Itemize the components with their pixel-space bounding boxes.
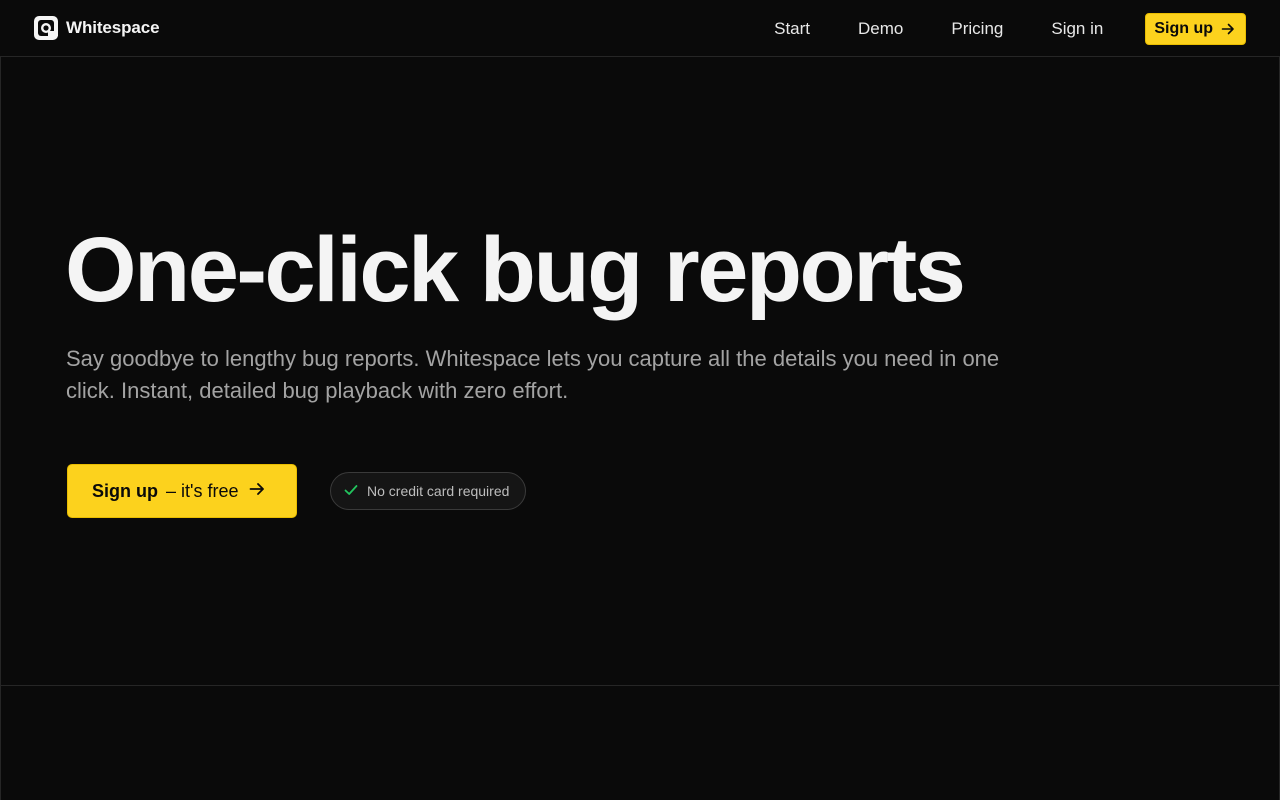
- nav-link-demo[interactable]: Demo: [858, 19, 903, 39]
- nav-sign-up-label: Sign up: [1154, 19, 1213, 37]
- main-nav: Start Demo Pricing Sign in Sign up: [774, 0, 1246, 57]
- whitespace-logo-icon: [34, 16, 58, 40]
- no-credit-card-badge: No credit card required: [330, 472, 527, 510]
- checkmark-icon: [343, 482, 359, 501]
- nav-sign-up-button[interactable]: Sign up: [1145, 12, 1246, 45]
- hero-subtext: Say goodbye to lengthy bug reports. Whit…: [66, 346, 1000, 403]
- nav-link-sign-in[interactable]: Sign in: [1051, 19, 1103, 39]
- cta-free-label: – it's free: [166, 480, 239, 501]
- badge-text: No credit card required: [367, 483, 510, 499]
- brand-name: Whitespace: [66, 18, 160, 37]
- nav-link-start[interactable]: Start: [774, 19, 810, 39]
- arrow-right-icon: [1221, 22, 1235, 36]
- arrow-right-icon: [248, 480, 266, 503]
- hero-sign-up-button[interactable]: Sign up – it's free: [67, 464, 297, 518]
- nav-link-pricing[interactable]: Pricing: [951, 19, 1003, 39]
- cta-sign-up-label: Sign up: [92, 480, 158, 501]
- brand-logo-link[interactable]: Whitespace: [34, 16, 160, 40]
- hero-section: One-click bug reports Say goodbye to len…: [0, 57, 1280, 686]
- hero-headline: One-click bug reports: [65, 219, 966, 321]
- top-navigation-bar: Whitespace Start Demo Pricing Sign in Si…: [0, 0, 1280, 57]
- next-section: [0, 686, 1280, 800]
